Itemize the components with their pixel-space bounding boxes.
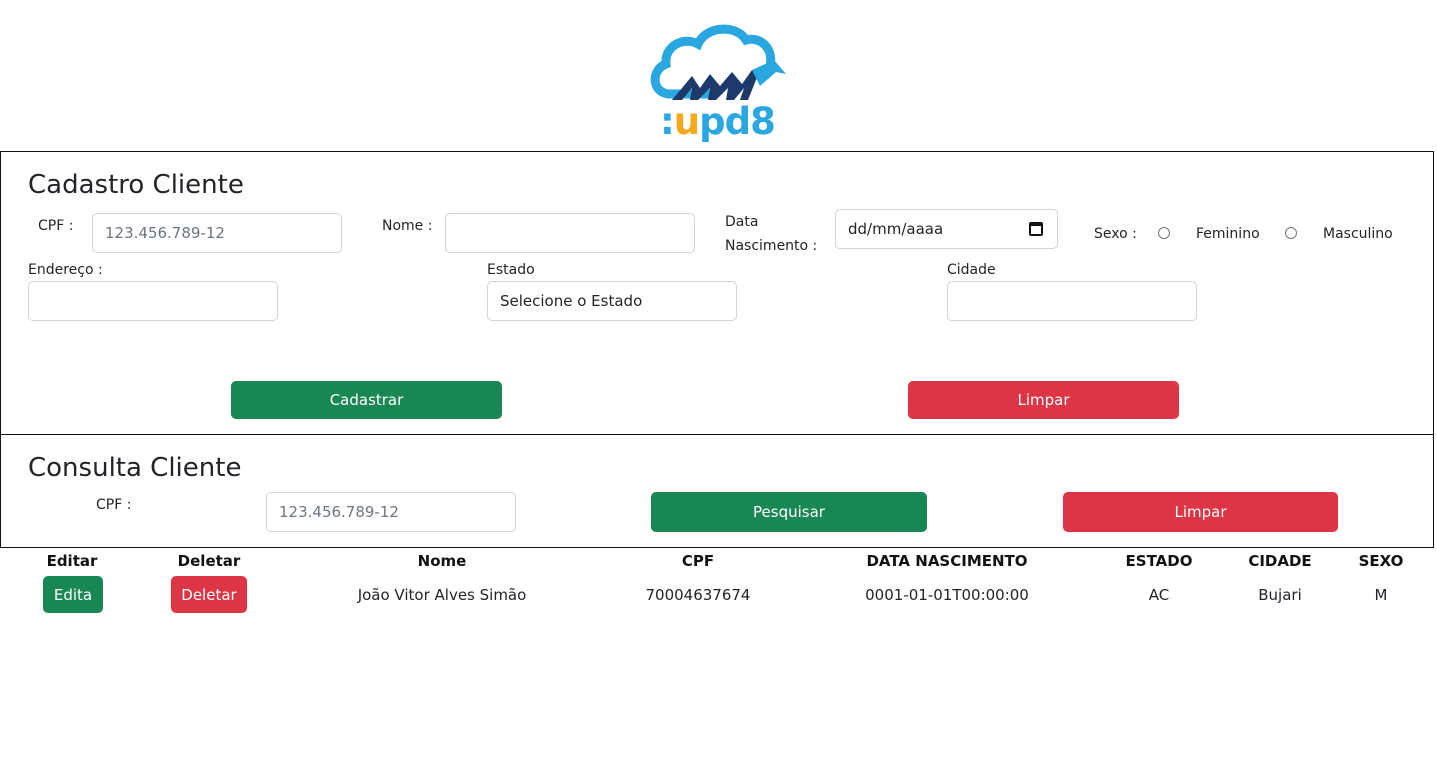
header-deletar: Deletar — [177, 552, 241, 570]
logo: :upd8 — [648, 22, 790, 146]
estado-label: Estado — [487, 262, 535, 278]
delete-button[interactable]: Deletar — [171, 576, 247, 613]
cell-sexo: M — [1374, 586, 1388, 604]
data-nascimento-label-line2: Nascimento : — [725, 238, 818, 254]
radio-masculino[interactable] — [1285, 227, 1297, 239]
cadastro-panel: Cadastro Cliente CPF : Nome : Data Nasci… — [0, 151, 1434, 436]
logo-wordmark: :upd8 — [660, 100, 776, 143]
nome-label: Nome : — [382, 218, 433, 234]
sexo-label: Sexo : — [1094, 226, 1137, 242]
cadastrar-button[interactable]: Cadastrar — [231, 381, 502, 419]
header-data-nascimento: DATA NASCIMENTO — [866, 552, 1028, 570]
header-nome: Nome — [417, 552, 467, 570]
endereco-input[interactable] — [28, 281, 278, 321]
cell-cpf: 70004637674 — [645, 586, 751, 604]
calendar-icon[interactable] — [1029, 222, 1043, 236]
header-estado: ESTADO — [1125, 552, 1193, 570]
cell-estado: AC — [1148, 586, 1170, 604]
edit-button[interactable]: Edita — [43, 576, 103, 613]
feminino-label: Feminino — [1196, 226, 1260, 242]
limpar-cadastro-button[interactable]: Limpar — [908, 381, 1179, 419]
nome-input[interactable] — [445, 213, 695, 253]
header-cidade: CIDADE — [1248, 552, 1312, 570]
masculino-label: Masculino — [1323, 226, 1393, 242]
consulta-title: Consulta Cliente — [28, 453, 242, 483]
pesquisar-button[interactable]: Pesquisar — [651, 492, 927, 532]
cpf-input[interactable] — [92, 213, 342, 253]
cell-nome: João Vitor Alves Simão — [357, 586, 527, 604]
header-cpf: CPF — [681, 552, 715, 570]
cidade-input[interactable] — [947, 281, 1197, 321]
cpf-label: CPF : — [38, 218, 74, 234]
consulta-cpf-input[interactable] — [266, 492, 516, 532]
header-editar: Editar — [46, 552, 98, 570]
cloud-chart-logo-icon — [650, 24, 786, 100]
data-nascimento-label-line1: Data — [725, 214, 759, 230]
consulta-panel: Consulta Cliente CPF : Pesquisar Limpar — [0, 434, 1434, 548]
cell-data-nascimento: 0001-01-01T00:00:00 — [865, 586, 1029, 604]
limpar-consulta-button[interactable]: Limpar — [1063, 492, 1338, 532]
data-nascimento-value: dd/mm/aaaa — [848, 220, 944, 238]
endereco-label: Endereço : — [28, 262, 103, 278]
cell-cidade: Bujari — [1258, 586, 1302, 604]
cidade-label: Cidade — [947, 262, 996, 278]
data-nascimento-input[interactable]: dd/mm/aaaa — [835, 209, 1058, 249]
estado-select[interactable]: Selecione o Estado — [487, 281, 737, 321]
cadastro-title: Cadastro Cliente — [28, 170, 244, 200]
header-sexo: SEXO — [1358, 552, 1404, 570]
radio-feminino[interactable] — [1158, 227, 1170, 239]
consulta-cpf-label: CPF : — [96, 497, 132, 513]
